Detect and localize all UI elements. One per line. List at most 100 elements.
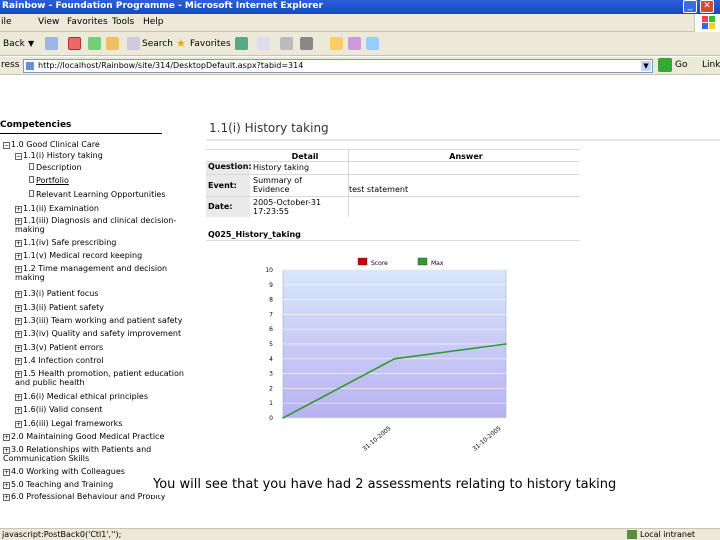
menu-favorites[interactable]: Favorites xyxy=(67,17,108,27)
address-input[interactable]: http://localhost/Rainbow/site/314/Deskto… xyxy=(23,59,653,73)
tree-item-label[interactable]: 2.0 Maintaining Good Medical Practice xyxy=(11,432,164,441)
tree-item-label[interactable]: 4.0 Working with Colleagues xyxy=(11,467,125,476)
tree-item-portfolio[interactable]: Portfolio xyxy=(29,176,69,185)
print-icon[interactable] xyxy=(280,37,293,50)
tree-item-1-3-iv-quality-safety[interactable]: +1.3(iv) Quality and safety improvement xyxy=(15,329,181,338)
menu-file[interactable]: ile xyxy=(1,17,12,27)
tree-item-1-3-v-patient-errors[interactable]: +1.3(v) Patient errors xyxy=(15,343,103,352)
expand-icon[interactable]: + xyxy=(15,305,22,312)
tree-item-description[interactable]: Description xyxy=(29,163,82,172)
menu-tools[interactable]: Tools xyxy=(112,17,134,27)
tree-item-label[interactable]: 1.1(iii) Diagnosis and clinical decision… xyxy=(15,216,176,234)
tree-item-1-3-iii-team-working[interactable]: +1.3(iii) Team working and patient safet… xyxy=(15,316,182,325)
edit-icon[interactable] xyxy=(300,37,313,50)
tree-item-label[interactable]: Portfolio xyxy=(36,176,69,185)
tree-item-1-4-infection-control[interactable]: +1.4 Infection control xyxy=(15,356,103,365)
search-icon[interactable] xyxy=(127,37,140,50)
expand-icon[interactable]: + xyxy=(15,421,22,428)
messenger-icon[interactable] xyxy=(348,37,361,50)
tree-item-label[interactable]: 6.0 Professional Behaviour and Probity xyxy=(11,492,165,501)
expand-icon[interactable]: + xyxy=(15,345,22,352)
tree-item-label[interactable]: 1.6(i) Medical ethical principles xyxy=(23,392,148,401)
tree-item-label[interactable]: Relevant Learning Opportunities xyxy=(36,190,166,199)
tree-item-label[interactable]: 1.0 Good Clinical Care xyxy=(11,140,100,149)
back-button[interactable]: Back xyxy=(3,37,25,51)
tree-item-label[interactable]: 1.6(iii) Legal frameworks xyxy=(23,419,122,428)
minimize-button[interactable]: _ xyxy=(683,0,697,13)
tree-item-label[interactable]: 1.3(iv) Quality and safety improvement xyxy=(23,329,181,338)
menu-help[interactable]: Help xyxy=(143,17,164,27)
history-icon[interactable] xyxy=(235,37,248,50)
tree-item-label[interactable]: 1.1(iv) Safe prescribing xyxy=(23,238,116,247)
tree-item-1-3-i-patient-focus[interactable]: +1.3(i) Patient focus xyxy=(15,289,98,298)
favorites-button[interactable]: Favorites xyxy=(190,37,231,51)
expand-icon[interactable]: + xyxy=(15,394,22,401)
tree-item-1-1-ii-examination[interactable]: +1.1(ii) Examination xyxy=(15,204,99,213)
tree-item-4-0-working-with-colleagues[interactable]: +4.0 Working with Colleagues xyxy=(3,467,125,476)
collapse-icon[interactable]: − xyxy=(15,153,22,160)
go-arrow-icon[interactable] xyxy=(658,58,672,72)
tree-item-5-0-teaching-training[interactable]: +5.0 Teaching and Training xyxy=(3,480,113,489)
tree-item-label[interactable]: 1.3(v) Patient errors xyxy=(23,343,103,352)
tree-item-relevant-learning-opportunities[interactable]: Relevant Learning Opportunities xyxy=(29,190,166,199)
tree-item-1-0-good-clinical-care[interactable]: −1.0 Good Clinical Care xyxy=(3,140,100,149)
tree-item-label[interactable]: 1.6(ii) Valid consent xyxy=(23,405,102,414)
tree-item-label[interactable]: 3.0 Relationships with Patients and Comm… xyxy=(3,445,151,463)
tree-item-1-1-v-medical-record-keeping[interactable]: +1.1(v) Medical record keeping xyxy=(15,251,142,260)
expand-icon[interactable]: + xyxy=(3,434,10,441)
tree-item-1-1-i-history-taking[interactable]: −1.1(i) History taking xyxy=(15,151,103,160)
expand-icon[interactable]: + xyxy=(15,266,22,273)
back-dropdown-icon[interactable]: ▼ xyxy=(28,37,34,51)
expand-icon[interactable]: + xyxy=(15,371,22,378)
tree-item-1-3-ii-patient-safety[interactable]: +1.3(ii) Patient safety xyxy=(15,303,104,312)
tree-item-label[interactable]: 1.5 Health promotion, patient education … xyxy=(15,369,184,387)
expand-icon[interactable]: + xyxy=(15,318,22,325)
tree-item-label[interactable]: 1.2 Time management and decision making xyxy=(15,264,167,282)
expand-icon[interactable]: + xyxy=(15,206,22,213)
menu-view[interactable]: View xyxy=(38,17,59,27)
expand-icon[interactable]: + xyxy=(3,469,10,476)
tree-item-label[interactable]: 1.3(iii) Team working and patient safety xyxy=(23,316,182,325)
tree-item-label[interactable]: 5.0 Teaching and Training xyxy=(11,480,113,489)
tree-item-1-1-iv-safe-prescribing[interactable]: +1.1(iv) Safe prescribing xyxy=(15,238,116,247)
expand-icon[interactable]: + xyxy=(3,482,10,489)
tree-item-6-0-professional-behaviour[interactable]: +6.0 Professional Behaviour and Probity xyxy=(3,492,165,501)
tree-item-3-0-relationships[interactable]: +3.0 Relationships with Patients and Com… xyxy=(0,445,196,463)
tree-item-1-6-iii-legal-frameworks[interactable]: +1.6(iii) Legal frameworks xyxy=(15,419,122,428)
research-icon[interactable] xyxy=(366,37,379,50)
tree-item-label[interactable]: 1.3(i) Patient focus xyxy=(23,289,98,298)
tree-item-1-6-ii-valid-consent[interactable]: +1.6(ii) Valid consent xyxy=(15,405,102,414)
expand-icon[interactable]: + xyxy=(15,240,22,247)
tree-item-label[interactable]: 1.4 Infection control xyxy=(23,356,103,365)
tree-item-label[interactable]: 1.1(i) History taking xyxy=(23,151,103,160)
tree-item-2-0-maintaining-practice[interactable]: +2.0 Maintaining Good Medical Practice xyxy=(3,432,164,441)
expand-icon[interactable]: + xyxy=(15,253,22,260)
tree-item-1-1-iii-diagnosis[interactable]: +1.1(iii) Diagnosis and clinical decisio… xyxy=(0,216,196,234)
tree-item-label[interactable]: 1.3(ii) Patient safety xyxy=(23,303,104,312)
tree-item-1-2-time-management[interactable]: +1.2 Time management and decision making xyxy=(0,264,196,282)
collapse-icon[interactable]: − xyxy=(3,142,10,149)
expand-icon[interactable]: + xyxy=(15,407,22,414)
tree-item-label[interactable]: Description xyxy=(36,163,82,172)
expand-icon[interactable]: + xyxy=(15,291,22,298)
tree-item-1-6-i-ethical-principles[interactable]: +1.6(i) Medical ethical principles xyxy=(15,392,148,401)
address-dropdown-icon[interactable]: ▼ xyxy=(641,61,651,71)
expand-icon[interactable]: + xyxy=(15,218,22,225)
expand-icon[interactable]: + xyxy=(15,358,22,365)
expand-icon[interactable]: + xyxy=(15,331,22,338)
tree-item-1-5-health-promotion[interactable]: +1.5 Health promotion, patient education… xyxy=(0,369,196,387)
expand-icon[interactable]: + xyxy=(3,494,10,501)
mail-icon[interactable] xyxy=(257,37,270,50)
home-icon[interactable] xyxy=(106,37,119,50)
tree-item-label[interactable]: 1.1(ii) Examination xyxy=(23,204,99,213)
expand-icon[interactable]: + xyxy=(3,447,10,454)
refresh-icon[interactable] xyxy=(88,37,101,50)
forward-icon[interactable] xyxy=(45,37,58,50)
folder-icon[interactable] xyxy=(330,37,343,50)
go-button[interactable]: Go xyxy=(675,60,687,70)
tree-item-label[interactable]: 1.1(v) Medical record keeping xyxy=(23,251,142,260)
close-button[interactable]: ✕ xyxy=(700,0,714,13)
links-button[interactable]: Links xyxy=(702,60,720,70)
favorites-star-icon[interactable]: ★ xyxy=(176,37,186,51)
stop-icon[interactable] xyxy=(68,37,81,50)
